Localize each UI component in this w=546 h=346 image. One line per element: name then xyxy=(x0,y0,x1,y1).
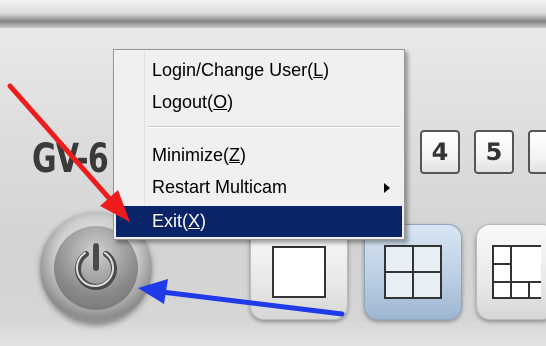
context-menu: Login/Change User(L) Logout(O) Minimize(… xyxy=(113,49,405,240)
power-icon xyxy=(75,243,117,290)
camera-button-next[interactable] xyxy=(528,130,546,174)
panel-bottom-strip xyxy=(0,322,546,346)
app-window: GV-6 4 5 Login/Change User(L) Logout(O) … xyxy=(0,0,546,346)
menu-item-minimize[interactable]: Minimize(Z) xyxy=(116,140,402,171)
chevron-right-icon xyxy=(384,183,390,193)
camera-button-4[interactable]: 4 xyxy=(420,130,460,174)
multi-layout-icon xyxy=(492,245,541,299)
camera-button-5[interactable]: 5 xyxy=(474,130,514,174)
menu-item-login-change-user[interactable]: Login/Change User(L) xyxy=(116,55,402,86)
menu-item-restart-multicam[interactable]: Restart Multicam xyxy=(116,172,402,203)
title-bar xyxy=(0,0,546,28)
menu-item-exit[interactable]: Exit(X) xyxy=(116,206,402,237)
model-label: GV-6 xyxy=(32,136,109,182)
menu-separator xyxy=(148,126,400,128)
menu-item-logout[interactable]: Logout(O) xyxy=(116,87,402,118)
quad-layout-icon xyxy=(384,245,442,299)
single-layout-icon xyxy=(272,246,326,298)
layout-multi-button[interactable] xyxy=(476,224,546,320)
